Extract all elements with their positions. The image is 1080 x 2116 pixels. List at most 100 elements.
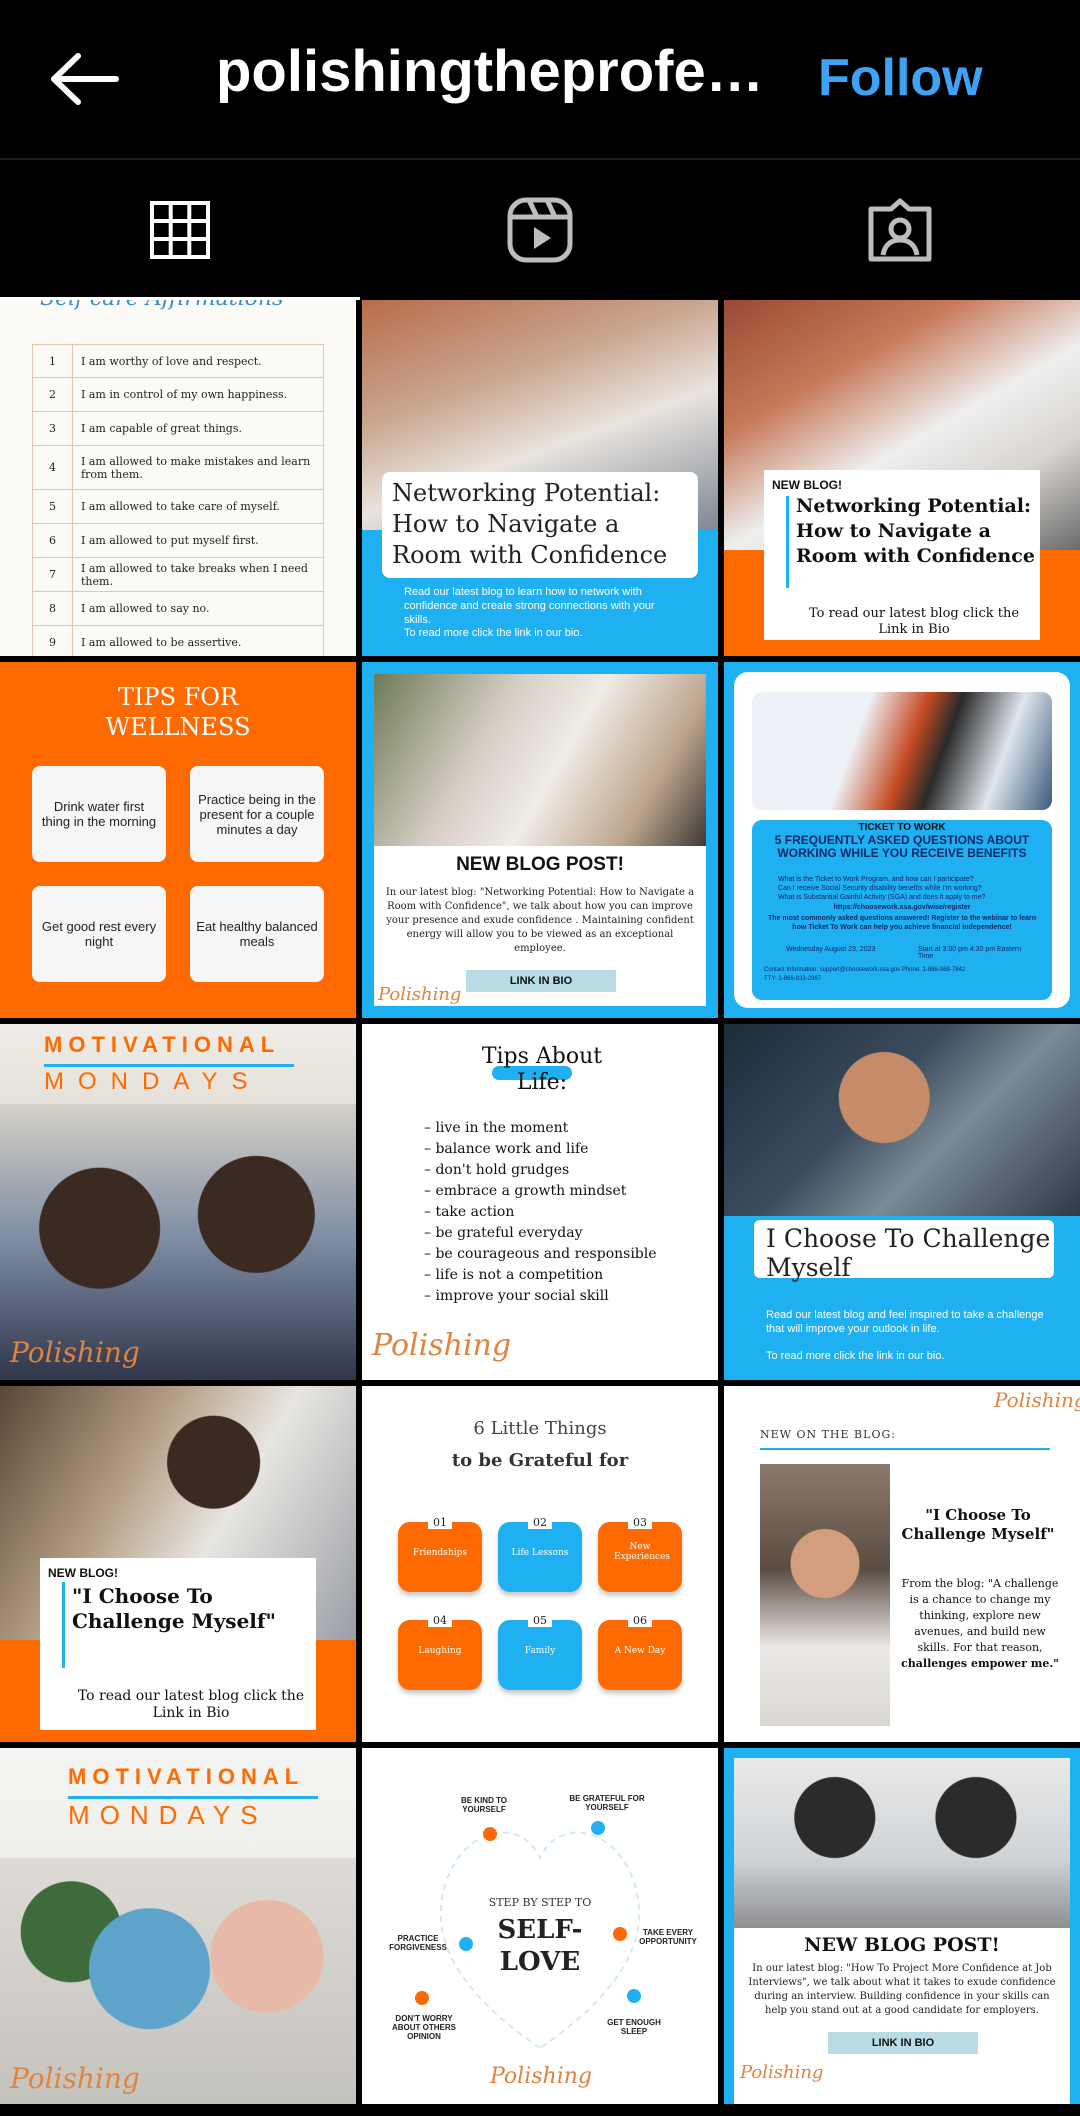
link-in-bio-button: LINK IN BIO [828,2032,978,2054]
grateful-item: 05 Family [498,1614,582,1690]
mondays-label: MONDAYS [44,1068,262,1095]
post-body: From the blog: "A challenge is a chance … [901,1577,1059,1670]
polishing-logo: Polishing [994,1388,1080,1412]
tips-list: – live in the moment – balance work and … [424,1118,704,1307]
post-cta: To read our latest blog click the Link i… [77,1688,305,1721]
step-label: DON'T WORRY ABOUT OTHERS OPINION [392,2014,456,2041]
polishing-logo: Polishing [10,1336,140,1369]
post-tile[interactable]: NEW BLOG! "I Choose To Challenge Myself"… [0,1386,356,1742]
polishing-logo: Polishing [372,1328,512,1363]
post-tile[interactable]: MOTIVATIONAL MONDAYS Polishing [0,1024,356,1380]
grateful-item: 06 A New Day [598,1614,682,1690]
post-cta: To read more click the link in our bio. [766,1350,945,1362]
table-row: 5I am allowed to take care of myself. [32,490,324,524]
polishing-logo: Polishing [378,984,462,1005]
post-tile[interactable]: BE KIND TO YOURSELF BE GRATEFUL FOR YOUR… [362,1748,718,2104]
grateful-item: 01 Friendships [398,1516,482,1592]
follow-button[interactable]: Follow [818,48,983,108]
step-label: BE KIND TO YOURSELF [460,1796,508,1814]
back-arrow-icon[interactable] [48,50,120,108]
post-kicker: TICKET TO WORK [858,822,946,833]
post-tile[interactable]: TIPS FOR WELLNESS Drink water first thin… [0,662,356,1018]
post-tile[interactable]: NEW BLOG! Networking Potential: How to N… [724,300,1080,656]
table-row: 6I am allowed to put myself first. [32,524,324,558]
post-title: "I Choose To Challenge Myself" [901,1506,1055,1543]
post-title: Networking Potential: How to Navigate a … [392,479,668,569]
list-item: – embrace a growth mindset [424,1183,627,1199]
grateful-item: 04 Laughing [398,1614,482,1690]
tip-card: Practice being in the present for a coup… [190,766,324,862]
post-subtitle: to be Grateful for [451,1450,629,1471]
grateful-item: 03 New Experiences [598,1516,682,1592]
post-tile[interactable]: NEW BLOG POST! In our latest blog: "How … [724,1748,1080,2104]
grid-icon [150,201,210,259]
polishing-logo: Polishing [490,2064,592,2089]
table-row: 3I am capable of great things. [32,412,324,446]
post-photo [734,1758,1070,1928]
table-row: 1I am worthy of love and respect. [32,344,324,378]
post-tile[interactable]: 6 Little Things to be Grateful for 01 Fri… [362,1386,718,1742]
list-item: – take action [424,1204,515,1220]
post-tile[interactable]: Self-care Affirmations 1I am worthy of l… [0,300,356,656]
step-label: GET ENOUGH SLEEP [607,2018,661,2036]
post-title: "I Choose To Challenge Myself" [72,1584,276,1633]
post-tile[interactable]: TICKET TO WORK 5 FREQUENTLY ASKED QUESTI… [724,662,1080,1018]
list-item: – be grateful everyday [424,1225,583,1241]
post-title: 6 Little Things [473,1418,607,1439]
profile-header: polishingtheprofe… Follow [0,0,1080,158]
post-title: SELF-LOVE [497,1915,583,1977]
post-tag: NEW BLOG! [772,478,842,492]
post-photo [724,1024,1080,1234]
tab-reels[interactable] [360,160,720,300]
reels-icon [507,197,573,263]
post-title: Tips About Life: [481,1044,603,1095]
post-body: In our latest blog: "Networking Potentia… [385,887,695,954]
tab-posts-grid[interactable] [0,160,360,300]
post-tile[interactable]: Networking Potential: How to Navigate a … [362,300,718,656]
post-body: In our latest blog: "How To Project More… [748,1963,1056,2016]
list-item: – live in the moment [424,1120,569,1136]
post-title: I Choose To Challenge Myself [766,1224,1051,1282]
post-photo [752,692,1052,810]
step-label: PRACTICE FORGIVENESS [389,1934,447,1952]
post-title: Networking Potential: How to Navigate a … [796,495,1035,567]
post-cta: To read our latest blog click the Link i… [808,606,1020,637]
polishing-logo: Polishing [740,2062,824,2083]
step-label: BE GRATEFUL FOR YOURSELF [569,1794,645,1812]
post-cta: To read more click the link in our bio. [404,627,583,639]
post-tile[interactable]: Tips About Life: – live in the moment – … [362,1024,718,1380]
tab-tagged[interactable] [720,160,1080,300]
post-tile[interactable]: Polishing NEW ON THE BLOG: "I Choose To … [724,1386,1080,1742]
tip-card: Drink water first thing in the morning [32,766,166,862]
motivational-label: MOTIVATIONAL [68,1764,305,1789]
post-title: 5 FREQUENTLY ASKED QUESTIONS ABOUT WORKI… [774,833,1030,860]
post-tag: NEW BLOG! [48,1566,118,1580]
post-note: The most commonly asked questions answer… [767,915,1036,931]
profile-username: polishingtheprofe… [216,39,764,104]
post-title: TIPS FOR WELLNESS [105,683,251,741]
post-tile[interactable]: NEW BLOG POST! In our latest blog: "Netw… [362,662,718,1018]
step-label: TAKE EVERY OPPORTUNITY [639,1928,697,1946]
profile-tabs [0,158,1080,300]
tagged-icon [868,198,932,262]
polishing-logo: Polishing [10,2062,140,2095]
posts-grid: Self-care Affirmations 1I am worthy of l… [0,300,1080,2116]
link-in-bio-button: LINK IN BIO [466,970,616,992]
table-row: 4I am allowed to make mistakes and learn… [32,446,324,490]
list-item: – be courageous and responsible [424,1246,657,1262]
post-photo [374,674,706,846]
affirmations-table: 1I am worthy of love and respect. 2I am … [32,344,324,656]
post-photo [760,1464,890,1726]
tip-card: Eat healthy balanced meals [190,886,324,982]
table-row: 7I am allowed to take breaks when I need… [32,558,324,592]
list-item: – improve your social skill [424,1288,609,1304]
tip-card: Get good rest every night [32,886,166,982]
post-bullet: What is Substantial Gainful Activity (SG… [778,894,986,901]
post-tile[interactable]: I Choose To Challenge Myself Read our la… [724,1024,1080,1380]
list-item: – balance work and life [424,1141,589,1157]
post-tile[interactable]: MOTIVATIONAL MONDAYS Polishing [0,1748,356,2104]
post-title: NEW BLOG POST! [804,1934,1000,1956]
grateful-item: 02 Life Lessons [498,1516,582,1592]
post-bullet: What is the Ticket to Work Program, and … [778,876,974,883]
post-bullet: Can I receive Social Security disability… [778,885,982,892]
